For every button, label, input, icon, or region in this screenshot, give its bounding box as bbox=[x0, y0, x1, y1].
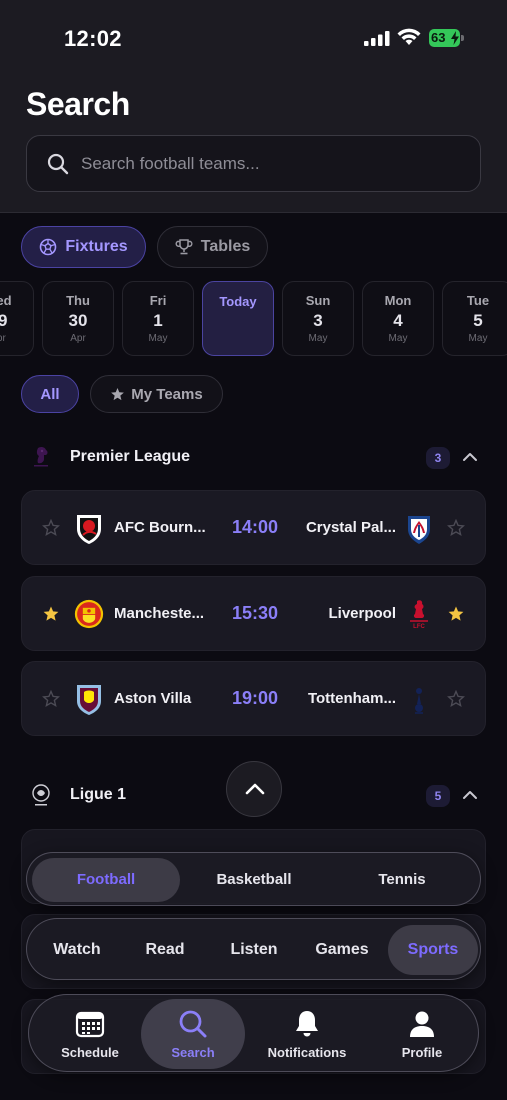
charging-bolt-icon bbox=[451, 31, 459, 45]
date-chip[interactable]: Wed 29 Apr bbox=[0, 281, 34, 356]
tab-tables-label: Tables bbox=[200, 238, 251, 255]
tab-notifications[interactable]: Notifications bbox=[254, 995, 360, 1073]
date-chip[interactable]: Tue 5 May bbox=[442, 281, 507, 356]
tab-fixtures[interactable]: Fixtures bbox=[21, 226, 146, 268]
chevron-up-icon[interactable] bbox=[462, 788, 478, 802]
bell-icon bbox=[296, 1011, 318, 1037]
signal-icon bbox=[364, 31, 390, 46]
favorite-star-icon[interactable] bbox=[447, 690, 465, 708]
status-bar: 12:02 63 bbox=[0, 0, 507, 70]
league-name: Premier League bbox=[70, 448, 191, 465]
home-team: Mancheste... bbox=[114, 605, 205, 622]
tab-profile[interactable]: Profile bbox=[377, 995, 467, 1073]
tab-schedule[interactable]: Schedule bbox=[45, 995, 135, 1073]
ligue-1-logo-icon bbox=[32, 784, 50, 806]
kickoff-time: 14:00 bbox=[231, 517, 279, 537]
tab-tables[interactable]: Tables bbox=[157, 226, 268, 268]
battery-icon: 63 bbox=[429, 29, 465, 47]
trophy-icon bbox=[175, 239, 193, 255]
mode-tab-read[interactable]: Read bbox=[123, 919, 207, 981]
date-chip[interactable]: Mon 4 May bbox=[362, 281, 434, 356]
date-chip-today[interactable]: Today bbox=[202, 281, 274, 356]
tab-fixtures-label: Fixtures bbox=[65, 238, 128, 255]
wifi-icon bbox=[397, 28, 421, 45]
search-icon bbox=[47, 153, 69, 175]
sport-tab-basketball[interactable]: Basketball bbox=[180, 853, 328, 907]
team-crest-tottenham-icon bbox=[415, 688, 423, 714]
sport-selector: Football Basketball Tennis bbox=[26, 852, 481, 906]
star-icon bbox=[111, 387, 125, 400]
team-crest-crystal-palace-icon bbox=[408, 516, 430, 544]
search-icon bbox=[179, 1010, 207, 1038]
favorite-star-icon[interactable] bbox=[42, 519, 60, 537]
scroll-to-top-button[interactable] bbox=[226, 761, 282, 817]
mode-tab-watch[interactable]: Watch bbox=[35, 919, 119, 981]
bottom-tab-bar: Schedule Search Notifications Profile bbox=[28, 994, 479, 1072]
filter-my-teams[interactable]: My Teams bbox=[90, 375, 223, 413]
favorite-star-icon[interactable] bbox=[447, 519, 465, 537]
favorite-star-icon[interactable] bbox=[447, 605, 465, 623]
search-input[interactable] bbox=[81, 148, 461, 180]
mode-tab-games[interactable]: Games bbox=[299, 919, 385, 981]
premier-league-logo-icon bbox=[34, 446, 48, 467]
mode-tab-listen[interactable]: Listen bbox=[211, 919, 297, 981]
away-team: Liverpool bbox=[328, 605, 396, 622]
football-icon bbox=[40, 238, 57, 256]
favorite-star-icon[interactable] bbox=[42, 690, 60, 708]
chevron-up-icon[interactable] bbox=[462, 450, 478, 464]
favorite-star-icon[interactable] bbox=[42, 605, 60, 623]
match-count-badge: 5 bbox=[426, 785, 450, 807]
match-card[interactable]: Mancheste... 15:30 Liverpool LFC bbox=[21, 576, 486, 651]
chevron-up-icon bbox=[245, 783, 265, 795]
kickoff-time: 19:00 bbox=[231, 688, 279, 708]
home-team: Aston Villa bbox=[114, 690, 192, 707]
date-strip[interactable]: Wed 29 Apr Thu 30 Apr Fri 1 May Today Su… bbox=[0, 281, 507, 357]
sport-tab-tennis[interactable]: Tennis bbox=[328, 853, 476, 907]
away-team: Crystal Pal... bbox=[305, 519, 396, 536]
date-chip[interactable]: Sun 3 May bbox=[282, 281, 354, 356]
team-crest-aston-villa-icon bbox=[77, 685, 101, 715]
calendar-icon bbox=[75, 1011, 105, 1038]
page-title: Search bbox=[26, 86, 130, 122]
match-card[interactable]: Aston Villa 19:00 Tottenham... bbox=[21, 661, 486, 736]
person-icon bbox=[410, 1011, 434, 1037]
battery-level: 63 bbox=[431, 30, 446, 45]
mode-tab-sports[interactable]: Sports bbox=[388, 919, 478, 981]
kickoff-time: 15:30 bbox=[231, 603, 279, 623]
filter-all[interactable]: All bbox=[21, 375, 79, 413]
match-count-badge: 3 bbox=[426, 447, 450, 469]
date-chip[interactable]: Fri 1 May bbox=[122, 281, 194, 356]
league-name: Ligue 1 bbox=[70, 786, 127, 803]
tab-search[interactable]: Search bbox=[148, 995, 238, 1073]
home-team: AFC Bourn... bbox=[114, 519, 206, 536]
status-time: 12:02 bbox=[64, 26, 122, 51]
match-card[interactable]: AFC Bourn... 14:00 Crystal Pal... bbox=[21, 490, 486, 565]
svg-text:LFC: LFC bbox=[413, 624, 425, 630]
header: 12:02 63 Search bbox=[0, 0, 507, 213]
mode-selector: Watch Read Listen Games Sports bbox=[26, 918, 481, 980]
league-header-premier-league[interactable]: Premier League 3 bbox=[20, 436, 487, 480]
date-chip[interactable]: Thu 30 Apr bbox=[42, 281, 114, 356]
sport-tab-football[interactable]: Football bbox=[32, 853, 180, 907]
team-crest-manchester-united-icon bbox=[74, 599, 104, 629]
search-bar[interactable] bbox=[26, 135, 481, 192]
team-crest-bournemouth-icon bbox=[77, 515, 101, 544]
team-crest-liverpool-icon: LFC bbox=[410, 600, 428, 630]
away-team: Tottenham... bbox=[307, 690, 396, 707]
